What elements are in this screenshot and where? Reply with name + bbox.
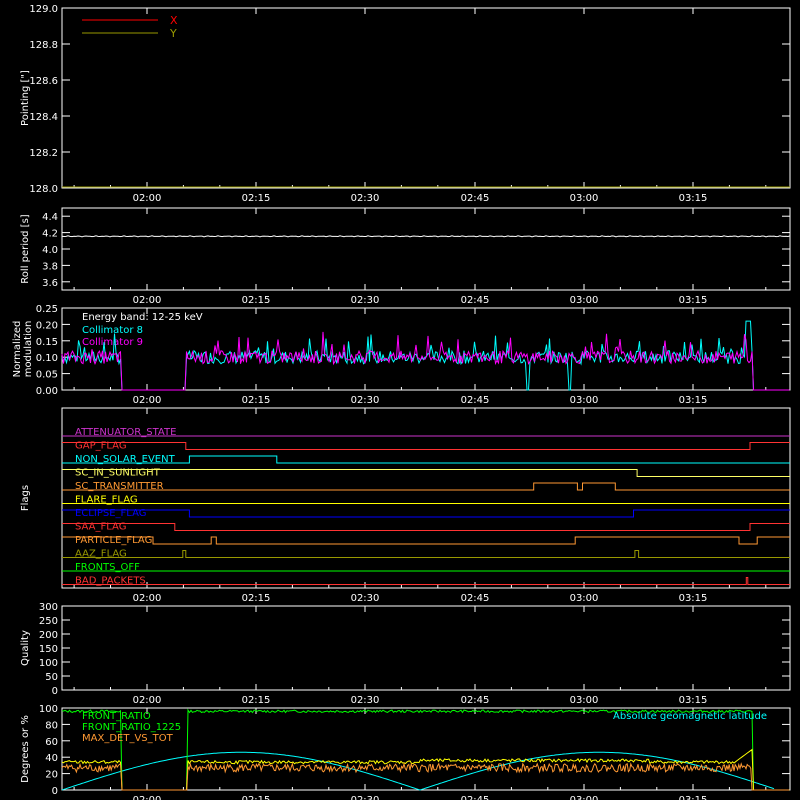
x-tick-label: 03:00: [570, 193, 599, 204]
y-tick-label: 0.05: [36, 370, 58, 381]
flag-label: ATTENUATOR_STATE: [75, 427, 176, 438]
x-tick-label: 02:30: [351, 193, 380, 204]
x-tick-label: 03:00: [570, 295, 599, 306]
legend-label: MAX_DET_VS_TOT: [82, 733, 174, 744]
y-tick-label: 0.10: [36, 353, 58, 364]
legend-label: Collimator 8: [82, 325, 143, 336]
y-tick-label: 50: [45, 672, 58, 683]
x-tick-label: 02:30: [351, 295, 380, 306]
y-axis-label-line: Normalized: [12, 321, 23, 378]
legend-label: X: [170, 14, 178, 27]
y-tick-label: 80: [45, 720, 58, 731]
y-tick-label: 100: [39, 658, 58, 669]
y-tick-label: 4.0: [42, 245, 58, 256]
x-tick-label: 02:00: [133, 193, 162, 204]
y-tick-label: 0.20: [36, 320, 58, 331]
x-tick-label: 02:45: [461, 193, 490, 204]
x-tick-label: 03:15: [679, 395, 708, 406]
x-tick-label: 02:15: [242, 395, 271, 406]
legend-label: Y: [169, 27, 177, 40]
y-tick-label: 40: [45, 753, 58, 764]
flag-label: PARTICLE_FLAG: [75, 535, 152, 546]
x-tick-label: 02:15: [242, 593, 271, 604]
legend-label: FRONT_RATIO: [82, 711, 151, 722]
legend-label: Collimator 9: [82, 337, 143, 348]
legend-label-right: Absolute geomagnetic latitude: [613, 711, 767, 722]
x-tick-label: 03:15: [679, 695, 708, 706]
y-tick-label: 0.15: [36, 337, 58, 348]
y-tick-label: 3.8: [42, 261, 58, 272]
flag-label: SC_IN_SUNLIGHT: [75, 468, 161, 479]
x-tick-label: 02:30: [351, 695, 380, 706]
x-tick-label: 02:15: [242, 193, 271, 204]
y-tick-label: 4.4: [42, 212, 58, 223]
y-tick-label: 128.2: [29, 148, 58, 159]
flag-label: FLARE_FLAG: [75, 495, 138, 506]
y-tick-label: 128.4: [29, 112, 58, 123]
x-tick-label: 03:15: [679, 193, 708, 204]
x-tick-label: 02:15: [242, 795, 271, 800]
y-axis-label: Quality: [20, 630, 31, 666]
x-tick-label: 02:45: [461, 795, 490, 800]
x-tick-label: 02:15: [242, 295, 271, 306]
y-tick-label: 128.8: [29, 40, 58, 51]
x-tick-label: 02:30: [351, 593, 380, 604]
flag-label: SAA_FLAG: [75, 522, 126, 533]
flag-label: GAP_FLAG: [75, 441, 127, 452]
x-tick-label: 02:00: [133, 695, 162, 706]
x-tick-label: 02:00: [133, 593, 162, 604]
y-tick-label: 3.6: [42, 278, 58, 289]
y-axis-label: Normalizedmodulation: [12, 321, 34, 378]
flag-label: NON_SOLAR_EVENT: [75, 454, 176, 465]
y-tick-label: 300: [39, 602, 58, 613]
y-tick-label: 150: [39, 644, 58, 655]
y-tick-label: 0.00: [36, 386, 58, 397]
y-tick-label: 4.2: [42, 229, 58, 240]
flag-label: SC_TRANSMITTER: [75, 481, 164, 492]
y-axis-label: Degrees or %: [20, 715, 31, 783]
x-tick-label: 03:15: [679, 795, 708, 800]
y-tick-label: 60: [45, 737, 58, 748]
y-axis-label-line: modulation: [23, 321, 34, 378]
flag-label: FRONTS_OFF: [75, 562, 140, 573]
legend-label: FRONT_RATIO_1225: [82, 722, 181, 733]
x-tick-label: 03:00: [570, 695, 599, 706]
x-tick-label: 03:00: [570, 795, 599, 800]
hxr-quicklook-chart: 02:00 02:15 02:30 02:45 03:00 03:15Pointing […: [0, 0, 800, 800]
x-tick-label: 02:00: [133, 795, 162, 800]
x-tick-label: 03:00: [570, 395, 599, 406]
x-tick-label: 03:00: [570, 593, 599, 604]
x-tick-label: 02:30: [351, 795, 380, 800]
y-tick-label: 0: [52, 786, 58, 797]
x-tick-label: 02:45: [461, 395, 490, 406]
y-tick-label: 20: [45, 770, 58, 781]
y-tick-label: 0.25: [36, 304, 58, 315]
flag-label: AAZ_FLAG: [75, 549, 127, 560]
energy-band-annotation: Energy band: 12-25 keV: [82, 312, 203, 323]
x-tick-label: 02:30: [351, 395, 380, 406]
y-tick-label: 200: [39, 630, 58, 641]
y-tick-label: 100: [39, 704, 58, 715]
x-tick-label: 02:45: [461, 695, 490, 706]
y-tick-label: 128.6: [29, 76, 58, 87]
x-tick-label: 02:45: [461, 295, 490, 306]
y-tick-label: 0: [52, 686, 58, 697]
x-tick-label: 03:15: [679, 295, 708, 306]
x-tick-label: 02:15: [242, 695, 271, 706]
flag-label: BAD_PACKETS: [75, 576, 146, 587]
x-tick-label: 02:00: [133, 395, 162, 406]
x-tick-label: 02:00: [133, 295, 162, 306]
flag-label: ECLIPSE_FLAG: [75, 508, 146, 519]
x-tick-label: 03:15: [679, 593, 708, 604]
x-tick-label: 02:45: [461, 593, 490, 604]
y-tick-label: 128.0: [29, 184, 58, 195]
y-axis-label: Flags: [20, 485, 31, 511]
y-tick-label: 129.0: [29, 4, 58, 15]
y-tick-label: 250: [39, 616, 58, 627]
roll-period-line: [61, 235, 791, 238]
y-axis-label: Roll period [s]: [20, 214, 31, 283]
